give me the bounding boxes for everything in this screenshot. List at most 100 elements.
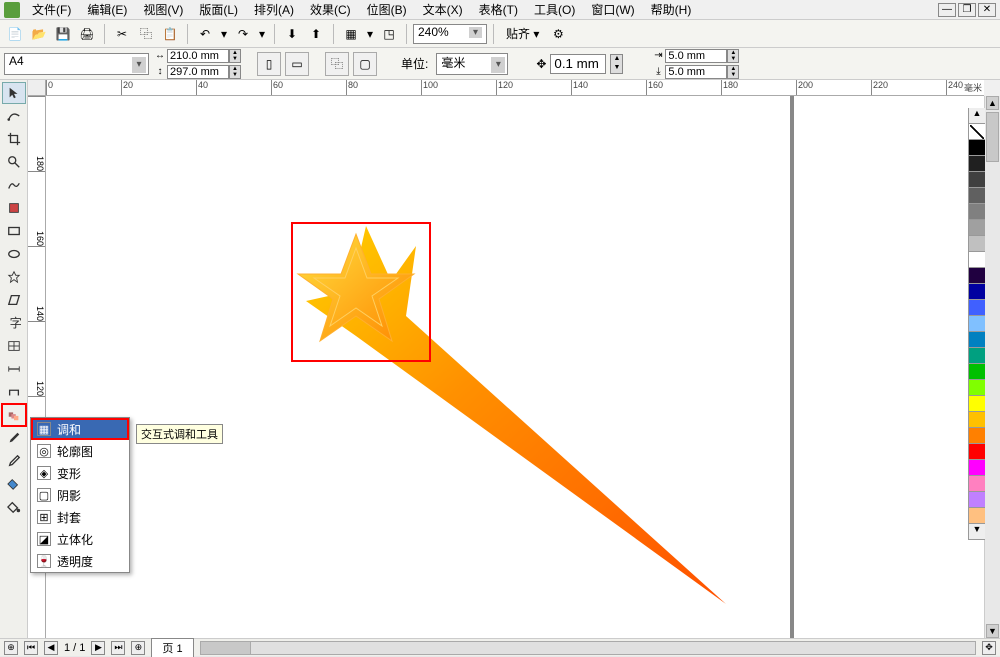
vertical-scrollbar[interactable]: ▲ ▼ <box>984 96 1000 638</box>
pick-tool[interactable] <box>2 82 26 104</box>
color-swatch[interactable] <box>969 460 985 476</box>
menu-table[interactable]: 表格(T) <box>471 0 526 20</box>
connector-tool[interactable] <box>2 381 26 403</box>
menu-view[interactable]: 视图(V) <box>135 0 191 20</box>
nudge-spinner[interactable]: ▲▼ <box>610 54 623 74</box>
vscroll-thumb[interactable] <box>986 112 999 162</box>
cut-button[interactable]: ✂ <box>111 23 133 45</box>
app-launcher-arrow[interactable]: ▾ <box>364 23 376 45</box>
color-swatch[interactable] <box>969 300 985 316</box>
shape-tool[interactable] <box>2 105 26 127</box>
flyout-distort[interactable]: ◈变形 <box>31 462 129 484</box>
color-swatch[interactable] <box>969 428 985 444</box>
color-swatch[interactable] <box>969 268 985 284</box>
landscape-button[interactable]: ▭ <box>285 52 309 76</box>
menu-arrange[interactable]: 排列(A) <box>246 0 302 20</box>
add-page-after-button[interactable]: ⊕ <box>131 641 145 655</box>
color-swatch[interactable] <box>969 380 985 396</box>
crop-tool[interactable] <box>2 128 26 150</box>
dimension-tool[interactable] <box>2 358 26 380</box>
color-swatch[interactable] <box>969 364 985 380</box>
redo-dropdown[interactable]: ▾ <box>256 23 268 45</box>
color-swatch[interactable] <box>969 412 985 428</box>
new-button[interactable]: 📄 <box>4 23 26 45</box>
menu-edit[interactable]: 编辑(E) <box>79 0 135 20</box>
color-swatch[interactable] <box>969 492 985 508</box>
palette-scroll-down[interactable]: ▼ <box>969 524 985 540</box>
interactive-fill-tool[interactable] <box>2 496 26 518</box>
color-swatch[interactable] <box>969 188 985 204</box>
page-height-spinner[interactable]: ▲▼ <box>229 65 241 79</box>
menu-text[interactable]: 文本(X) <box>415 0 471 20</box>
no-color-swatch[interactable] <box>969 124 985 140</box>
menu-layout[interactable]: 版面(L) <box>191 0 246 20</box>
nudge-input[interactable] <box>550 54 606 74</box>
portrait-button[interactable]: ▯ <box>257 52 281 76</box>
outline-tool[interactable] <box>2 450 26 472</box>
polygon-tool[interactable] <box>2 266 26 288</box>
welcome-button[interactable]: ◳ <box>378 23 400 45</box>
menu-window[interactable]: 窗口(W) <box>583 0 642 20</box>
next-page-button[interactable]: ▶ <box>91 641 105 655</box>
color-swatch[interactable] <box>969 284 985 300</box>
menu-bitmaps[interactable]: 位图(B) <box>359 0 415 20</box>
flyout-drop-shadow[interactable]: ▢阴影 <box>31 484 129 506</box>
zoom-combo[interactable]: 240% <box>413 24 487 44</box>
window-minimize[interactable]: — <box>938 3 956 17</box>
table-tool[interactable] <box>2 335 26 357</box>
page-width-spinner[interactable]: ▲▼ <box>229 49 241 63</box>
color-swatch[interactable] <box>969 252 985 268</box>
color-swatch[interactable] <box>969 332 985 348</box>
palette-scroll-up[interactable]: ▲ <box>969 108 985 124</box>
import-button[interactable]: ⬇ <box>281 23 303 45</box>
export-button[interactable]: ⬆ <box>305 23 327 45</box>
color-swatch[interactable] <box>969 508 985 524</box>
ruler-origin[interactable] <box>28 80 46 96</box>
prev-page-button[interactable]: ◀ <box>44 641 58 655</box>
color-swatch[interactable] <box>969 204 985 220</box>
menu-tools[interactable]: 工具(O) <box>526 0 583 20</box>
color-swatch[interactable] <box>969 172 985 188</box>
color-swatch[interactable] <box>969 476 985 492</box>
all-pages-button[interactable]: ⿻ <box>325 52 349 76</box>
flyout-transparency[interactable]: 🍷透明度 <box>31 550 129 572</box>
color-swatch[interactable] <box>969 220 985 236</box>
color-swatch[interactable] <box>969 444 985 460</box>
page-width-input[interactable] <box>167 49 229 63</box>
color-swatch[interactable] <box>969 396 985 412</box>
paper-size-combo[interactable]: A4 <box>4 53 149 75</box>
page-height-input[interactable] <box>167 65 229 79</box>
color-swatch[interactable] <box>969 236 985 252</box>
color-swatch[interactable] <box>969 156 985 172</box>
horizontal-ruler[interactable]: 020406080100120140160180200220240260毫米 <box>46 80 984 96</box>
scroll-down[interactable]: ▼ <box>986 624 999 638</box>
window-close[interactable]: ✕ <box>978 3 996 17</box>
dup-y-spinner[interactable]: ▲▼ <box>727 65 739 79</box>
current-page-button[interactable]: ▢ <box>353 52 377 76</box>
options-button[interactable]: ⚙ <box>547 23 569 45</box>
color-swatch[interactable] <box>969 140 985 156</box>
paste-button[interactable]: 📋 <box>159 23 181 45</box>
menu-help[interactable]: 帮助(H) <box>643 0 700 20</box>
last-page-button[interactable]: ⏭ <box>111 641 125 655</box>
freehand-tool[interactable] <box>2 174 26 196</box>
app-launcher[interactable]: ▦ <box>340 23 362 45</box>
fill-tool[interactable] <box>2 473 26 495</box>
flyout-extrude[interactable]: ◪立体化 <box>31 528 129 550</box>
ellipse-tool[interactable] <box>2 243 26 265</box>
snap-menu[interactable]: 贴齐 ▾ <box>500 23 545 44</box>
save-button[interactable]: 💾 <box>52 23 74 45</box>
copy-button[interactable]: ⿻ <box>135 23 157 45</box>
flyout-envelope[interactable]: ⊞封套 <box>31 506 129 528</box>
dup-y-input[interactable] <box>665 65 727 79</box>
print-button[interactable]: 🖨 <box>76 23 98 45</box>
color-swatch[interactable] <box>969 348 985 364</box>
interactive-blend-tool[interactable] <box>2 404 26 426</box>
zoom-tool[interactable] <box>2 151 26 173</box>
page-tab[interactable]: 页 1 <box>151 638 193 657</box>
window-restore[interactable]: ❐ <box>958 3 976 17</box>
horizontal-scrollbar[interactable] <box>200 641 976 655</box>
redo-button[interactable]: ↷ <box>232 23 254 45</box>
dup-x-input[interactable] <box>665 49 727 63</box>
undo-dropdown[interactable]: ▾ <box>218 23 230 45</box>
